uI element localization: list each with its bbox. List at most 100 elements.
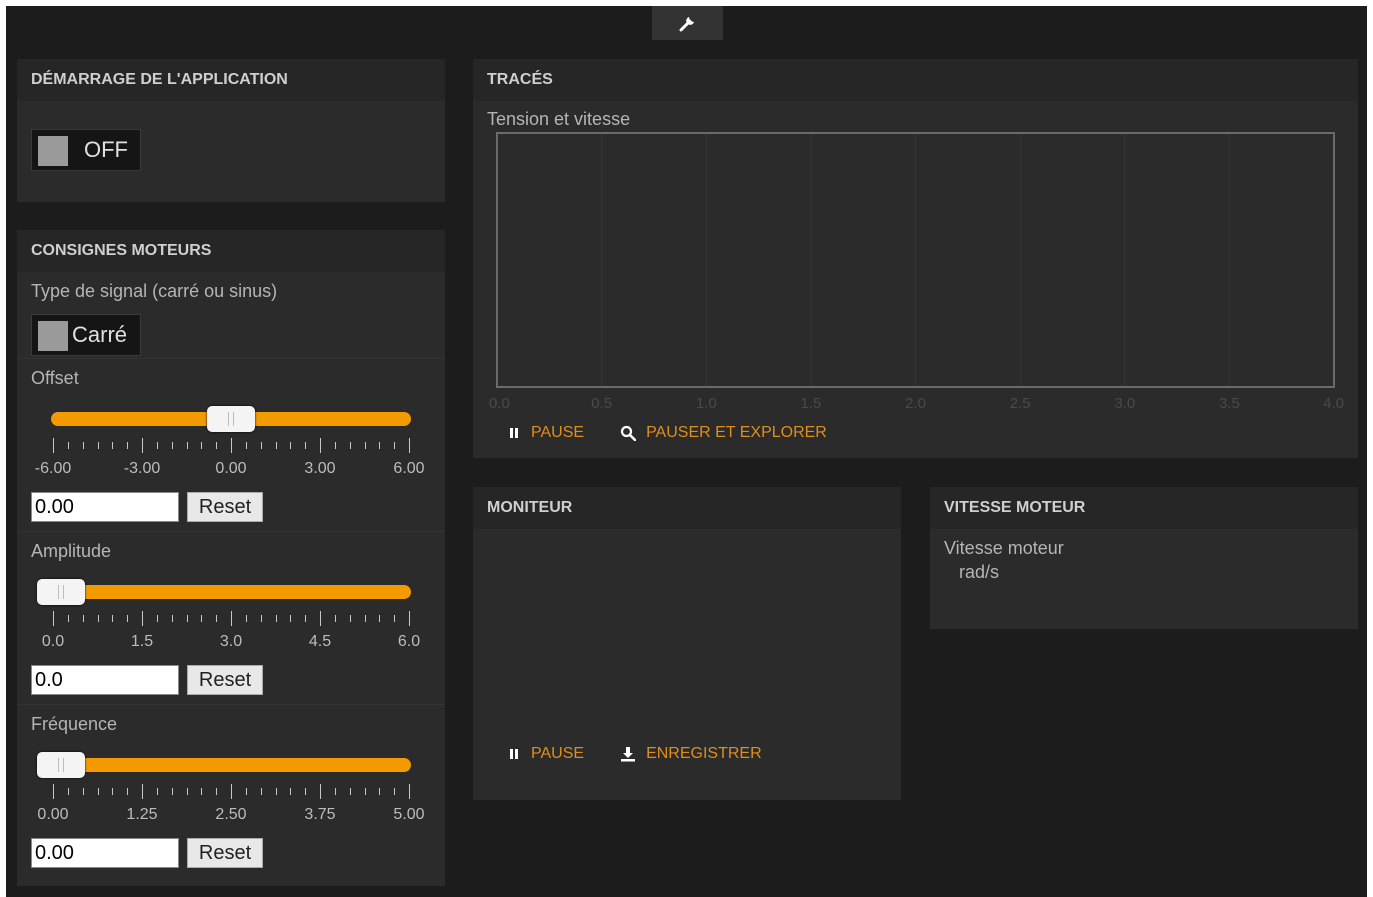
slider-tick <box>216 442 218 449</box>
slider-tick <box>349 615 351 622</box>
toggle-knob <box>38 136 68 166</box>
startup-toggle[interactable]: OFF <box>31 129 141 171</box>
slider-tick <box>82 442 84 449</box>
slider-tick-label: 1.5 <box>130 633 154 650</box>
slider-tick-label: 0.00 <box>215 460 247 477</box>
slider-tick <box>97 615 99 622</box>
slider-tick-label: 0.00 <box>37 806 69 823</box>
slider-tick <box>142 784 143 799</box>
download-icon <box>621 747 636 762</box>
slider-track[interactable] <box>51 585 411 599</box>
wrench-icon <box>679 17 694 32</box>
settings-tab[interactable] <box>652 6 723 40</box>
chart-x-tick-label: 2.5 <box>1010 395 1031 412</box>
slider-tick <box>82 615 84 622</box>
slider-tick <box>142 611 143 626</box>
slider-track[interactable] <box>51 758 411 772</box>
slider-tick <box>334 442 336 449</box>
slider-tick <box>364 615 366 622</box>
slider-value-input[interactable] <box>31 492 179 522</box>
startup-panel-title: DÉMARRAGE DE L'APPLICATION <box>17 59 445 101</box>
slider-tick <box>379 615 381 622</box>
slider-tick <box>171 615 173 622</box>
slider-tick <box>201 442 203 449</box>
motor-speed-panel: VITESSE MOTEUR Vitesse moteur rad/s <box>930 487 1358 629</box>
monitor-panel-title: MONITEUR <box>473 487 901 529</box>
slider-ticks <box>17 611 445 629</box>
motor-setpoints-title: CONSIGNES MOTEURS <box>17 230 445 272</box>
slider-handle[interactable] <box>37 752 85 778</box>
startup-panel: DÉMARRAGE DE L'APPLICATION OFF <box>17 59 445 202</box>
reset-button[interactable]: Reset <box>187 838 263 868</box>
slider-tick-label: -6.00 <box>34 460 72 477</box>
slider-tick <box>201 615 203 622</box>
slider-tick-label: 6.0 <box>397 633 421 650</box>
slider-ticks <box>17 784 445 802</box>
slider-tick <box>409 784 410 799</box>
slider-tick <box>290 615 292 622</box>
slider-tick <box>349 442 351 449</box>
chart-x-tick-label: 1.5 <box>800 395 821 412</box>
slider-tick-label: 5.00 <box>393 806 425 823</box>
reset-button[interactable]: Reset <box>187 492 263 522</box>
slider-tick <box>275 442 277 449</box>
signal-type-label: Type de signal (carré ou sinus) <box>31 281 278 301</box>
chart-x-tick-label: 1.0 <box>696 395 717 412</box>
slider-tick <box>379 788 381 795</box>
reset-button[interactable]: Reset <box>187 665 263 695</box>
slider-tick-label: 3.75 <box>304 806 336 823</box>
slider-tick <box>394 788 396 795</box>
slider-label: Amplitude <box>31 541 112 561</box>
voltage-speed-chart[interactable]: 0.0 0.5 1.0 1.5 2.0 2.5 3.0 3.5 4.0 <box>473 59 1358 419</box>
slider-tick <box>349 788 351 795</box>
slider-tick <box>320 611 321 626</box>
slider-tick <box>171 788 173 795</box>
slider-tick <box>127 442 129 449</box>
slider-tick <box>186 788 188 795</box>
slider-tick <box>364 442 366 449</box>
chart-x-tick-label: 3.5 <box>1219 395 1240 412</box>
slider-tick-label: 6.00 <box>393 460 425 477</box>
pause-explore-label: PAUSER ET EXPLORER <box>646 424 827 441</box>
traces-panel: TRACÉS Tension et vitesse 0.0 0.5 1.0 1.5 2.… <box>473 59 1358 458</box>
slider-value-input[interactable] <box>31 838 179 868</box>
slider-handle[interactable] <box>37 579 85 605</box>
signal-type-toggle-label: Carré <box>72 322 128 347</box>
slider-tick <box>82 788 84 795</box>
slider-tick <box>156 442 158 449</box>
slider-tick <box>245 615 247 622</box>
slider-tick <box>216 788 218 795</box>
signal-type-toggle[interactable]: Carré <box>31 314 141 356</box>
slider-tick <box>305 615 307 622</box>
pause-icon <box>510 428 518 438</box>
slider-tick <box>97 788 99 795</box>
slider-tick <box>320 438 321 453</box>
slider-tick <box>142 438 143 453</box>
slider-tick <box>305 442 307 449</box>
chart-x-tick-label: 2.0 <box>905 395 926 412</box>
slider-tick <box>67 615 69 622</box>
traces-pause-button[interactable]: PAUSE <box>509 424 584 442</box>
slider-value-input[interactable] <box>31 665 179 695</box>
slider-tick-label: 3.00 <box>304 460 336 477</box>
motor-speed-panel-title: VITESSE MOTEUR <box>930 487 1358 529</box>
slider-tick <box>334 788 336 795</box>
slider-tick <box>156 788 158 795</box>
slider-tick-label: 3.0 <box>219 633 243 650</box>
slider-tick <box>53 784 54 799</box>
app-window: DÉMARRAGE DE L'APPLICATION OFF CONSIGNES… <box>6 6 1367 897</box>
slider-tick <box>305 788 307 795</box>
slider-tick <box>245 442 247 449</box>
save-button[interactable]: ENREGISTRER <box>620 745 762 763</box>
slider-tick <box>231 611 232 626</box>
slider-separator <box>17 358 445 359</box>
slider-tick <box>394 442 396 449</box>
slider-tick <box>320 784 321 799</box>
monitor-pause-button[interactable]: PAUSE <box>509 745 584 763</box>
slider-tick <box>97 442 99 449</box>
slider-handle[interactable] <box>207 406 255 432</box>
pause-icon <box>510 749 518 759</box>
slider-tick <box>112 442 114 449</box>
slider-tick-label: -3.00 <box>123 460 161 477</box>
pause-explore-button[interactable]: PAUSER ET EXPLORER <box>620 424 827 442</box>
